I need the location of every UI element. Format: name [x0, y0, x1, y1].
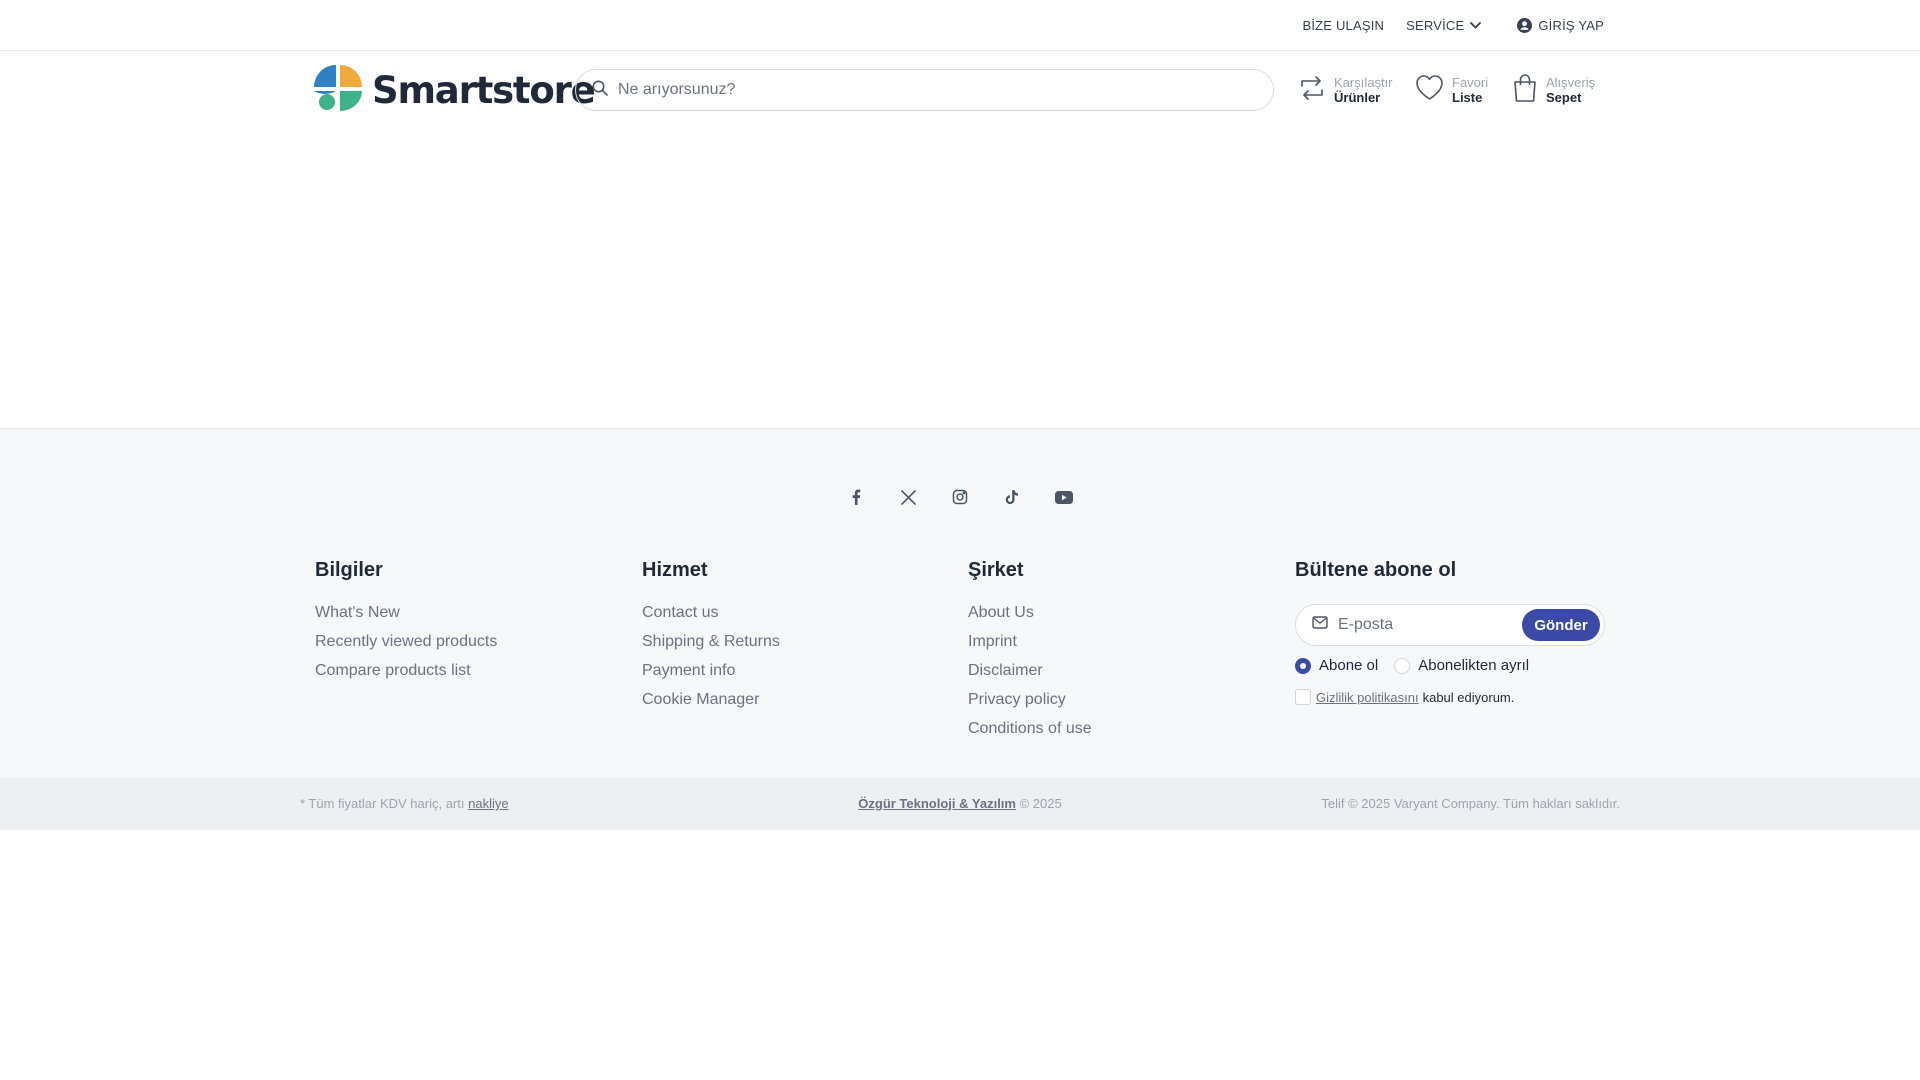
footer-link-contact-us[interactable]: Contact us [642, 604, 780, 633]
company-link[interactable]: Özgür Teknoloji & Yazılım [858, 796, 1016, 811]
login-link[interactable]: GİRİŞ YAP [1517, 18, 1604, 33]
footer-link-conditions-of-use[interactable]: Conditions of use [968, 720, 1092, 749]
instagram-icon[interactable] [946, 483, 974, 511]
footer-link-cookie-manager[interactable]: Cookie Manager [642, 691, 780, 720]
footer-link-shipping-returns[interactable]: Shipping & Returns [642, 633, 780, 662]
footer-link-whats-new[interactable]: What's New [315, 604, 497, 633]
newsletter-options: Abone ol Abonelikten ayrıl [1295, 657, 1529, 674]
footer-newsletter-column: Bültene abone ol [1295, 559, 1456, 604]
chevron-down-icon [1470, 22, 1482, 29]
company-credit: Özgür Teknoloji & Yazılım © 2025 [0, 796, 1920, 811]
privacy-consent: Gizlilik politikasını kabul ediyorum. [1295, 689, 1514, 705]
facebook-icon[interactable] [842, 483, 870, 511]
newsletter-email-box[interactable]: Gönder [1295, 604, 1605, 646]
bottom-bar: * Tüm fiyatlar KDV hariç, artı nakliye Ö… [0, 778, 1920, 830]
cart-button[interactable]: Alışveriş Sepet [1512, 69, 1595, 111]
login-label: GİRİŞ YAP [1538, 18, 1604, 33]
user-circle-icon [1517, 18, 1533, 33]
shopping-bag-icon [1512, 73, 1538, 108]
unsubscribe-label: Abonelikten ayrıl [1418, 657, 1530, 674]
compare-arrows-icon [1298, 74, 1326, 107]
newsletter-submit-button[interactable]: Gönder [1522, 609, 1600, 641]
unsubscribe-radio[interactable] [1394, 657, 1411, 674]
newsletter-title: Bültene abone ol [1295, 559, 1457, 581]
wishlist-button[interactable]: Favori Liste [1415, 69, 1488, 111]
subscribe-label: Abone ol [1319, 657, 1379, 674]
footer-link-about-us[interactable]: About Us [968, 604, 1092, 633]
footer-company-column: Şirket About Us Imprint Disclaimer Priva… [968, 559, 1092, 749]
subscribe-radio[interactable] [1295, 657, 1311, 674]
privacy-checkbox[interactable] [1295, 689, 1311, 705]
search-input[interactable] [618, 81, 1218, 99]
unsubscribe-option: Abonelikten ayrıl [1394, 657, 1529, 674]
logo-mark-icon [314, 64, 362, 116]
x-icon[interactable] [894, 483, 922, 511]
wishlist-label-line1: Favori [1452, 75, 1489, 90]
privacy-consent-text: kabul ediyorum. [1422, 689, 1515, 705]
footer-service-column: Hizmet Contact us Shipping & Returns Pay… [642, 559, 780, 720]
footer-link-privacy-policy[interactable]: Privacy policy [968, 691, 1092, 720]
envelope-icon [1312, 616, 1328, 634]
copyright-text: Telif © 2025 Varyant Company. Tüm haklar… [1321, 796, 1620, 811]
footer-link-disclaimer[interactable]: Disclaimer [968, 662, 1092, 691]
logo[interactable]: Smartstore [314, 64, 596, 116]
footer-info-column: Bilgiler What's New Recently viewed prod… [315, 559, 497, 691]
newsletter-email-input[interactable] [1338, 616, 1508, 634]
service-menu[interactable]: SERVİCE [1406, 18, 1482, 33]
cart-label-line2: Sepet [1546, 90, 1582, 105]
contact-link[interactable]: BİZE ULAŞIN [1302, 18, 1384, 33]
cart-label: Alışveriş Sepet [1546, 75, 1595, 105]
top-bar-links: BİZE ULAŞIN SERVİCE GİRİŞ YAP [1302, 0, 1604, 51]
service-menu-label: SERVİCE [1406, 18, 1465, 33]
cart-label-line1: Alışveriş [1546, 75, 1596, 90]
wishlist-label-line2: Liste [1452, 90, 1483, 105]
youtube-icon[interactable] [1050, 483, 1078, 511]
footer-link-compare-list[interactable]: Compare products list [315, 662, 497, 691]
footer-link-recently-viewed[interactable]: Recently viewed products [315, 633, 497, 662]
logo-text: Smartstore [372, 68, 596, 112]
tiktok-icon[interactable] [998, 483, 1026, 511]
compare-products-button[interactable]: Karşılaştır Ürünler [1298, 69, 1393, 111]
heart-icon [1415, 74, 1444, 106]
footer-service-title: Hizmet [642, 559, 708, 581]
footer: Bilgiler What's New Recently viewed prod… [0, 428, 1920, 778]
footer-link-imprint[interactable]: Imprint [968, 633, 1092, 662]
footer-link-payment-info[interactable]: Payment info [642, 662, 780, 691]
search-box[interactable] [575, 69, 1274, 111]
top-bar: BİZE ULAŞIN SERVİCE GİRİŞ YAP [0, 0, 1920, 51]
privacy-policy-link[interactable]: Gizlilik politikasını [1316, 690, 1419, 705]
social-links [0, 483, 1920, 511]
footer-info-title: Bilgiler [315, 559, 383, 581]
compare-label: Karşılaştır Ürünler [1334, 75, 1393, 105]
footer-company-title: Şirket [968, 559, 1024, 581]
header: Smartstore Karşılaştır Ürünler Favori Li… [0, 51, 1920, 131]
search-icon [592, 80, 608, 101]
compare-label-line2: Ürünler [1334, 90, 1381, 105]
wishlist-label: Favori Liste [1452, 75, 1488, 105]
compare-label-line1: Karşılaştır [1334, 75, 1393, 90]
company-year: © 2025 [1019, 796, 1062, 811]
